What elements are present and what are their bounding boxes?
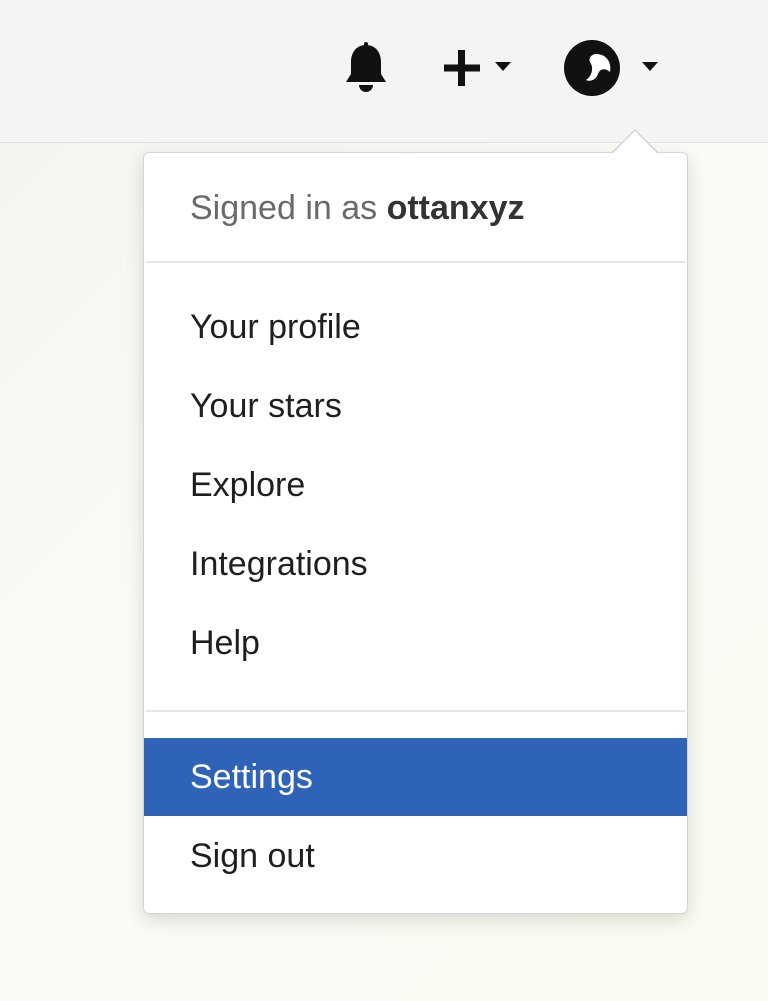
menu-item-your-stars[interactable]: Your stars <box>144 367 687 445</box>
username: ottanxyz <box>386 189 525 227</box>
menu-item-integrations[interactable]: Integrations <box>144 525 687 603</box>
user-menu-toggle[interactable] <box>562 38 672 98</box>
caret-down-icon <box>495 62 511 71</box>
notifications-bell-icon[interactable] <box>342 42 390 94</box>
plus-icon <box>444 50 480 86</box>
caret-down-icon <box>642 62 658 71</box>
user-dropdown-menu: Signed in as ottanxyz Your profile Your … <box>143 152 688 914</box>
avatar-icon <box>564 40 620 96</box>
create-new-button[interactable] <box>440 42 520 94</box>
menu-divider <box>146 710 685 712</box>
top-header <box>0 0 768 143</box>
signed-in-header: Signed in as ottanxyz <box>190 189 525 228</box>
menu-item-help[interactable]: Help <box>144 604 687 682</box>
signed-in-label: Signed in as <box>190 189 378 227</box>
menu-divider <box>146 261 685 263</box>
menu-item-your-profile[interactable]: Your profile <box>144 288 687 366</box>
menu-item-sign-out[interactable]: Sign out <box>144 817 687 895</box>
dropdown-pointer-fill <box>613 131 657 153</box>
menu-item-settings[interactable]: Settings <box>144 738 687 816</box>
menu-item-explore[interactable]: Explore <box>144 446 687 524</box>
